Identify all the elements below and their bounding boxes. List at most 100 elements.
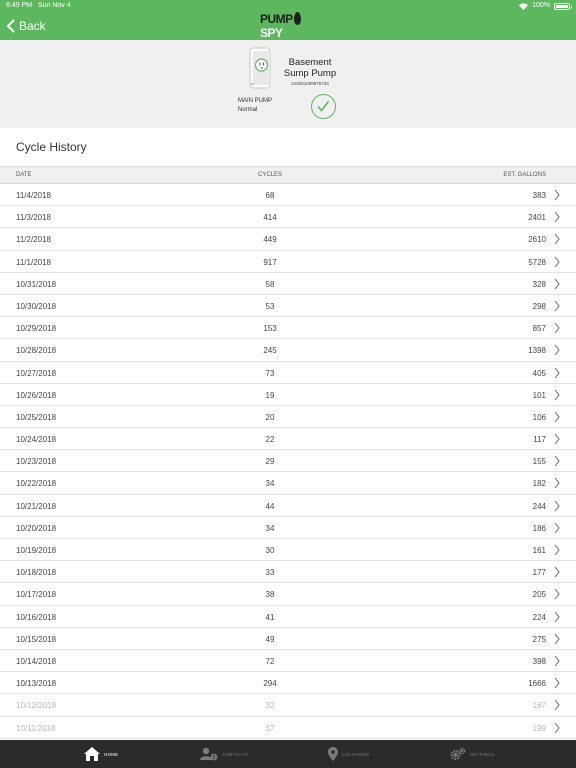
row-cycles: 294 [263, 679, 277, 689]
battery-percent: 100% [532, 2, 550, 9]
chevron-right-icon [554, 300, 560, 312]
table-row[interactable]: 11/3/2018 414 2401 [0, 206, 576, 229]
row-cycles: 245 [263, 346, 277, 356]
column-header-date: DATE [16, 172, 32, 178]
table-row[interactable]: 10/16/2018 41 224 [0, 606, 576, 628]
home-icon [84, 747, 100, 761]
row-date: 10/12/2018 [16, 701, 57, 711]
back-button[interactable]: Back [6, 16, 46, 36]
row-gallons: 275 [532, 634, 546, 644]
table-row[interactable]: 11/2/2018 449 2610 [0, 228, 576, 251]
tab-contacts-label: CONTACTS [222, 751, 249, 757]
chevron-right-icon [554, 455, 560, 467]
table-row[interactable]: 11/1/2018 917 5728 [0, 251, 576, 273]
table-row[interactable]: 10/14/2018 72 398 [0, 650, 576, 673]
table-row[interactable]: 10/21/2018 44 244 [0, 495, 576, 517]
table-row[interactable]: 10/18/2018 33 177 [0, 561, 576, 584]
row-date: 10/16/2018 [16, 612, 57, 622]
chevron-right-icon [554, 722, 560, 733]
table-header: DATE CYCLES EST. GALLONS [0, 166, 576, 184]
cycle-history-list[interactable]: 11/4/2018 68 383 11/3/2018 414 2401 11/2/2018 4… [0, 184, 576, 740]
row-cycles: 20 [265, 412, 275, 422]
row-date: 11/3/2018 [16, 213, 51, 223]
back-label: Back [19, 19, 46, 33]
row-gallons: 106 [532, 412, 546, 422]
table-row[interactable]: 10/30/2018 53 298 [0, 295, 576, 318]
chevron-right-icon [554, 500, 560, 511]
table-row[interactable]: 10/23/2018 29 155 [0, 450, 576, 473]
table-row[interactable]: 10/19/2018 30 161 [0, 539, 576, 562]
chevron-right-icon [554, 433, 560, 445]
chevron-right-icon [554, 566, 560, 578]
row-date: 10/25/2018 [16, 412, 57, 422]
table-row[interactable]: 10/27/2018 73 405 [0, 362, 576, 384]
tab-settings[interactable]: SETTINGS [450, 740, 494, 768]
table-row[interactable]: 10/17/2018 38 205 [0, 583, 576, 606]
row-date: 10/15/2018 [16, 634, 57, 644]
tab-locations[interactable]: LOCATIONS [328, 740, 369, 768]
row-date: 10/31/2018 [16, 279, 57, 289]
row-gallons: 398 [532, 656, 546, 666]
row-gallons: 2610 [528, 235, 546, 245]
table-row[interactable]: 10/22/2018 34 182 [0, 472, 576, 495]
row-date: 10/30/2018 [16, 301, 57, 311]
row-date: 10/11/2018 [16, 723, 56, 733]
row-gallons: 161 [532, 546, 546, 555]
device-name: Basement Sump Pump [283, 57, 337, 79]
row-date: 10/13/2018 [16, 679, 57, 689]
row-gallons: 167 [532, 701, 546, 711]
chevron-left-icon [6, 19, 15, 33]
row-gallons: 186 [532, 523, 546, 533]
row-gallons: 155 [532, 457, 546, 467]
chevron-right-icon [554, 544, 560, 556]
chevron-right-icon [554, 256, 560, 267]
column-header-cycles: CYCLES [257, 172, 282, 178]
row-cycles: 73 [265, 368, 275, 378]
row-cycles: 449 [263, 235, 277, 245]
table-row[interactable]: 10/13/2018 294 1666 [0, 672, 576, 695]
row-gallons: 177 [532, 568, 546, 578]
top-bar: 6:49 PM Sun Nov 4 100% Back PUMPSPY [0, 0, 576, 40]
row-gallons: 199 [532, 723, 546, 733]
main-pump-status: Normal [238, 107, 258, 113]
table-row[interactable]: 10/24/2018 22 117 [0, 428, 576, 451]
contacts-icon [200, 747, 218, 761]
chevron-right-icon [554, 522, 560, 534]
table-row[interactable]: 10/11/2018 37 199 [0, 717, 576, 739]
row-cycles: 917 [263, 257, 277, 267]
row-date: 10/20/2018 [16, 523, 57, 533]
row-cycles: 32 [265, 701, 275, 711]
row-date: 11/1/2018 [16, 257, 51, 267]
row-cycles: 29 [265, 457, 275, 467]
table-row[interactable]: 11/4/2018 68 383 [0, 184, 576, 207]
table-row[interactable]: 10/26/2018 19 101 [0, 384, 576, 406]
row-cycles: 41 [265, 612, 275, 622]
table-row[interactable]: 10/15/2018 49 275 [0, 628, 576, 650]
table-row[interactable]: 10/28/2018 245 1398 [0, 339, 576, 362]
tab-home[interactable]: HOME [84, 740, 118, 768]
table-row[interactable]: 10/29/2018 153 857 [0, 317, 576, 340]
row-date: 10/17/2018 [16, 590, 57, 600]
table-row[interactable]: 10/20/2018 34 186 [0, 517, 576, 539]
row-date: 10/29/2018 [16, 324, 57, 334]
logo-text-pump: PUMP [260, 12, 293, 26]
table-row[interactable]: 10/12/2018 32 167 [0, 694, 576, 717]
section-title: Cycle History [16, 140, 87, 154]
tab-locations-label: LOCATIONS [342, 751, 370, 757]
chevron-right-icon [554, 589, 560, 600]
row-date: 10/19/2018 [16, 546, 57, 555]
row-gallons: 244 [532, 501, 546, 511]
row-date: 10/14/2018 [16, 656, 57, 666]
table-row[interactable]: 10/31/2018 58 328 [0, 273, 576, 295]
device-header: Basement Sump Pump 216051098975728 MAIN … [0, 40, 576, 128]
chevron-right-icon [554, 411, 560, 423]
row-cycles: 153 [263, 324, 277, 334]
chevron-right-icon [554, 677, 560, 689]
table-row[interactable]: 10/25/2018 20 106 [0, 406, 576, 429]
chevron-right-icon [554, 322, 560, 334]
row-gallons: 5728 [528, 257, 546, 267]
chevron-right-icon [554, 189, 560, 201]
tab-contacts[interactable]: CONTACTS [200, 740, 248, 768]
row-date: 10/28/2018 [16, 346, 57, 356]
row-date: 10/21/2018 [16, 501, 57, 511]
